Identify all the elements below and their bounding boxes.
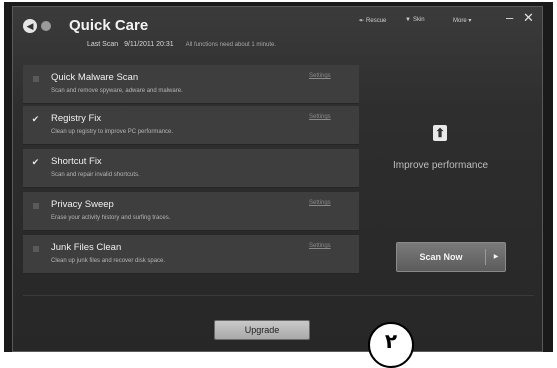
scan-now-button[interactable]: Scan Now ▶ xyxy=(396,242,506,272)
item-desc: Clean up registry to improve PC performa… xyxy=(51,129,174,135)
last-scan-label: Last Scan xyxy=(87,41,119,48)
item-quick-malware-scan[interactable]: Quick Malware Scan Scan and remove spywa… xyxy=(23,65,359,104)
item-name: Shortcut Fix xyxy=(51,156,102,167)
scan-duration-note: All functions need about 1 minute. xyxy=(185,42,277,48)
checkmark-icon[interactable]: ✔ xyxy=(31,158,40,167)
upgrade-button[interactable]: Upgrade xyxy=(214,320,310,340)
close-button[interactable]: ✕ xyxy=(523,10,534,26)
unchecked-icon[interactable] xyxy=(33,76,39,82)
last-scan-info: Last Scan 9/11/2011 20:31 All functions … xyxy=(87,41,276,48)
settings-link[interactable]: Settings xyxy=(309,73,331,79)
more-menu[interactable]: More ▾ xyxy=(453,17,473,24)
item-desc: Clean up junk files and recover disk spa… xyxy=(51,258,166,264)
item-desc: Scan and remove spyware, adware and malw… xyxy=(51,88,183,94)
back-arrow-icon[interactable]: ◀ xyxy=(23,19,37,33)
action-panel: ⬆ Improve performance Scan Now ▶ xyxy=(359,65,544,276)
scan-now-label: Scan Now xyxy=(419,252,463,262)
item-name: Privacy Sweep xyxy=(51,199,114,210)
scan-items-panel: Quick Malware Scan Scan and remove spywa… xyxy=(23,65,359,276)
last-scan-time: 9/11/2011 20:31 xyxy=(124,41,174,48)
item-privacy-sweep[interactable]: Privacy Sweep Erase your activity histor… xyxy=(23,192,359,231)
rescue-icon: ↞ xyxy=(359,18,365,24)
minimize-button[interactable]: – xyxy=(506,10,513,25)
item-shortcut-fix[interactable]: ✔ Shortcut Fix Scan and repair invalid s… xyxy=(23,149,359,188)
item-name: Junk Files Clean xyxy=(51,242,122,253)
item-registry-fix[interactable]: ✔ Registry Fix Clean up registry to impr… xyxy=(23,106,359,145)
item-junk-files-clean[interactable]: Junk Files Clean Clean up junk files and… xyxy=(23,235,359,274)
app-title: Quick Care xyxy=(69,17,149,34)
button-divider xyxy=(485,249,486,265)
dropdown-icon: ▾ xyxy=(468,18,472,24)
item-desc: Erase your activity history and surfing … xyxy=(51,215,171,221)
settings-link[interactable]: Settings xyxy=(309,114,331,120)
settings-link[interactable]: Settings xyxy=(309,200,331,206)
rescue-menu[interactable]: ↞ Rescue xyxy=(359,17,386,24)
settings-link[interactable]: Settings xyxy=(309,243,331,249)
footer-divider xyxy=(23,295,534,296)
home-icon[interactable] xyxy=(41,21,51,31)
item-desc: Scan and repair invalid shortcuts. xyxy=(51,172,140,178)
unchecked-icon[interactable] xyxy=(33,246,39,252)
item-name: Registry Fix xyxy=(51,113,102,124)
header: ◀ Quick Care Last Scan 9/11/2011 20:31 A… xyxy=(13,7,542,57)
chevron-right-icon[interactable]: ▶ xyxy=(487,243,505,271)
skin-icon: ▼ xyxy=(405,17,411,23)
item-name: Quick Malware Scan xyxy=(51,72,139,83)
unchecked-icon[interactable] xyxy=(33,203,39,209)
up-arrow-icon: ⬆ xyxy=(433,125,447,141)
app-window: ◀ Quick Care Last Scan 9/11/2011 20:31 A… xyxy=(12,6,543,352)
skin-menu[interactable]: ▼ Skin xyxy=(405,17,425,23)
step-marker: ٢ xyxy=(368,322,414,368)
improve-performance-label: Improve performance xyxy=(392,160,489,171)
checkmark-icon[interactable]: ✔ xyxy=(31,115,40,124)
